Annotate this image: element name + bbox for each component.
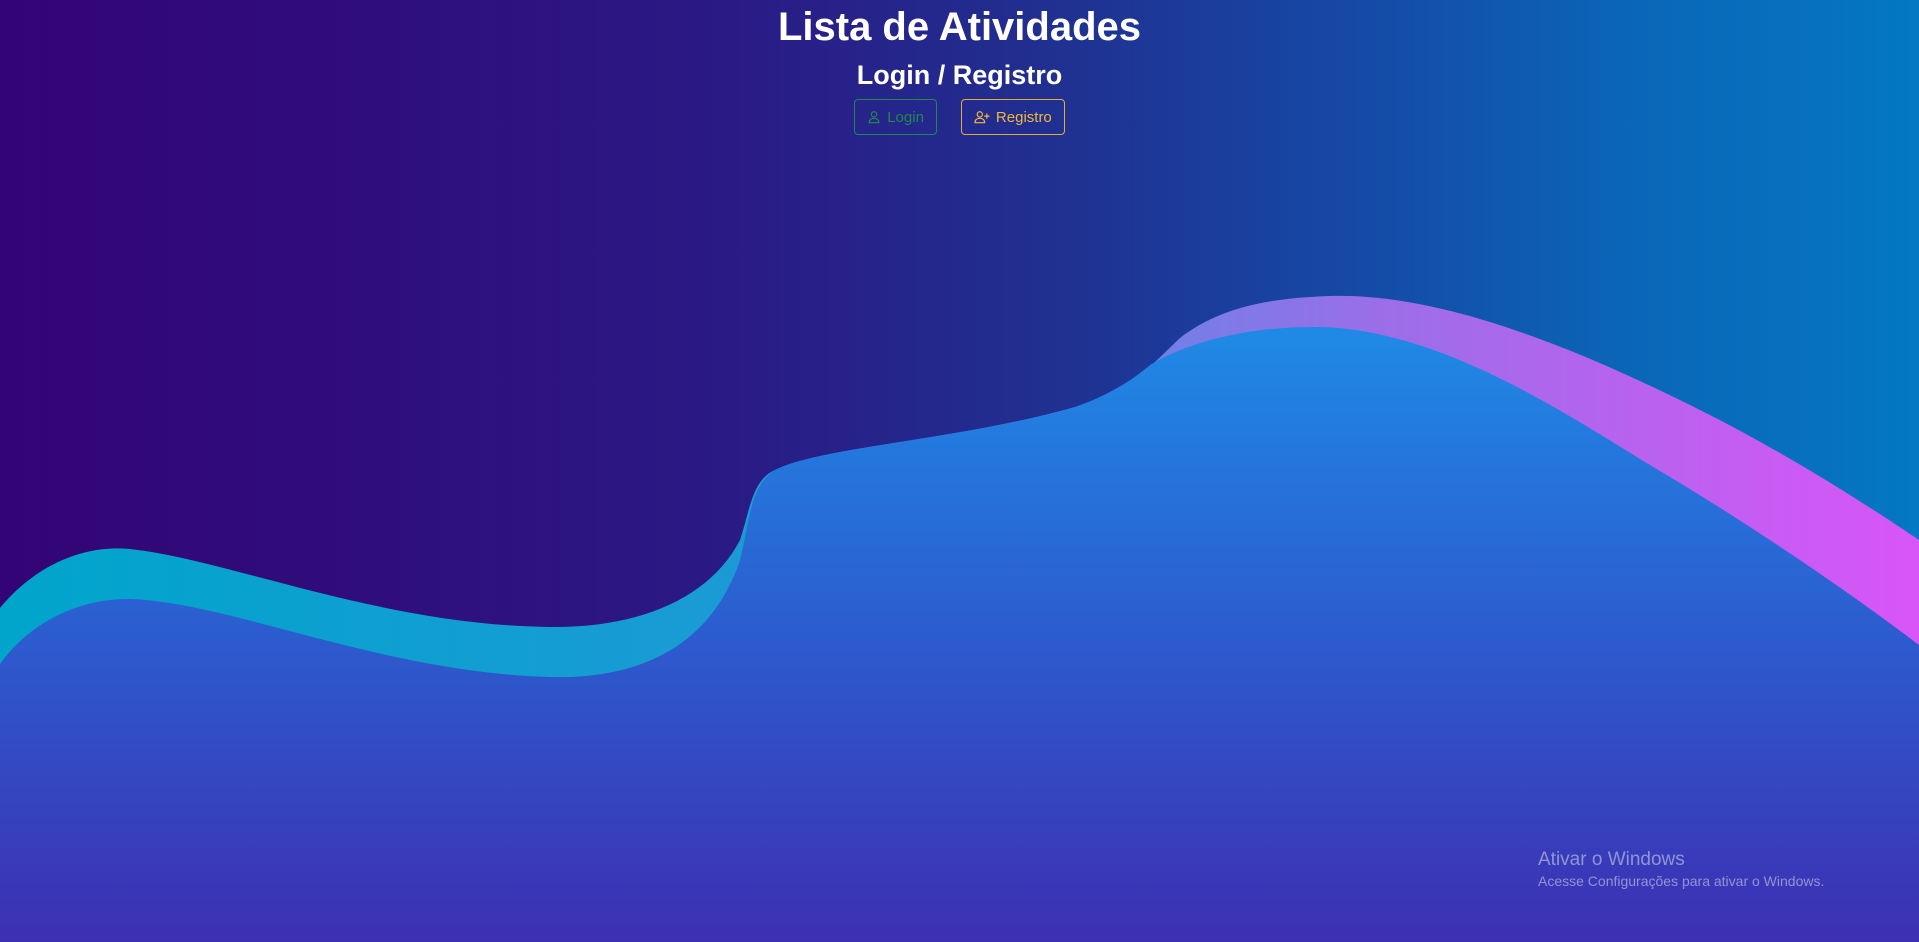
user-plus-icon — [974, 110, 990, 124]
windows-activation-watermark: Ativar o Windows Acesse Configurações pa… — [1538, 848, 1824, 890]
background-waves — [0, 295, 1919, 942]
login-button[interactable]: Login — [854, 99, 937, 135]
user-icon — [867, 110, 881, 124]
page-subtitle: Login / Registro — [856, 60, 1063, 90]
register-button-label: Registro — [995, 108, 1052, 126]
watermark-subtitle: Acesse Configurações para ativar o Windo… — [1538, 873, 1825, 889]
page-header: Lista de Atividades Login / Registro Log… — [0, 0, 1919, 135]
register-button[interactable]: Registro — [960, 99, 1065, 135]
login-button-label: Login — [887, 108, 924, 126]
watermark-title: Ativar o Windows — [1538, 849, 1685, 870]
page-title: Lista de Atividades — [777, 5, 1142, 49]
auth-button-row: Login Registro — [0, 99, 1919, 135]
